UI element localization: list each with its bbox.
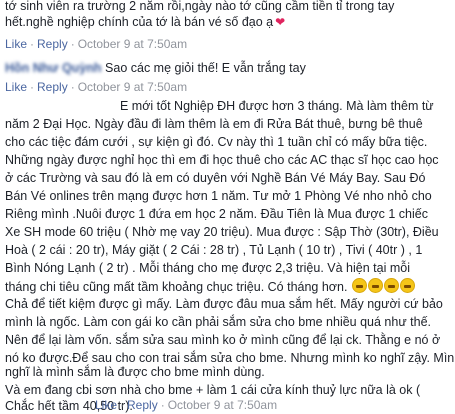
comment-text-line: ở các Trường và sau đó là em có duyên vớ… [5,171,426,185]
crying-face-icon [367,278,383,293]
crying-face-icon [399,278,415,293]
comment-text-line: Hoà ( 2 cái : 20 tr), Máy giặt ( 2 Cái :… [5,243,423,257]
comment-actions: Like · Reply · October 9 at 7:50am [5,80,188,94]
comment-text-line: mình là ngốc. Làm con gái ko cần phải sắ… [5,315,432,329]
reply-button[interactable]: Reply [37,37,68,51]
comment-text-line: Chả để tiết kiệm được gì mấy. Làm được đ… [5,297,443,311]
timestamp[interactable]: October 9 at 7:50am [78,37,187,51]
like-button[interactable]: Like [5,37,27,51]
timestamp[interactable]: October 9 at 7:50am [168,398,277,412]
timestamp[interactable]: October 9 at 7:50am [78,80,187,94]
author-name[interactable]: Hồn Như Quỳnh [5,60,102,76]
comment-text-line: Nên để lại làm vốn. sắm sửa sau mình ko … [5,333,441,347]
reply-button[interactable]: Reply [37,80,68,94]
comment-text-line: tháng chi tiêu cũng mất tầm khoảng chục … [5,278,415,295]
comment-text-line: năm 2 Đại Học. Ngày đầu đi làm thêm là e… [5,117,423,131]
comment-text-line: nghĩ là mình sắm là được cho bme mình dù… [5,365,265,379]
comment-text-line: tớ sinh viên ra trường 2 năm rồi,ngày nà… [5,0,395,13]
comment-text-line: Hồn Như Quỳnh Sao các mẹ giỏi thế! E vẫn… [5,60,306,76]
comment-text-line: E mới tốt Nghiệp ĐH được hơn 3 tháng. Mà… [120,99,434,113]
comment-text-line: Bán Vé onlines trên mạng được hơn 1 năm.… [5,189,432,203]
crying-face-icon [383,278,399,293]
comment-text-line: hết.nghề nghiệp chính của tớ là bán vé s… [5,15,286,29]
comment-actions: Like · Reply · October 9 at 7:50am [95,398,278,412]
comment-text-line: Xe SH mode 60 triệu ( Nhờ mẹ vay 20 triệ… [5,225,439,239]
comment-text-line: Bình Nóng Lạnh ( 2 tr) . Mỗi tháng cho m… [5,261,410,275]
comment-text-line: Những ngày được nghỉ học thì em đi học t… [5,153,439,167]
like-button[interactable]: Like [5,80,27,94]
comment-text-line: Riêng mình .Nuôi được 1 đứa em học 2 năm… [5,207,428,221]
comment-text-line: cho các tiệc đám cưới , sự kiện gì đó. C… [5,135,428,149]
heart-icon: ❤ [275,15,286,29]
reply-button[interactable]: Reply [127,398,158,412]
comment-actions: Like · Reply · October 9 at 7:50am [5,37,188,51]
comment-text-line: Và em đang cbi sơn nhà cho bme + làm 1 c… [5,383,421,397]
like-button[interactable]: Like [95,398,117,412]
crying-face-icon [351,278,367,293]
